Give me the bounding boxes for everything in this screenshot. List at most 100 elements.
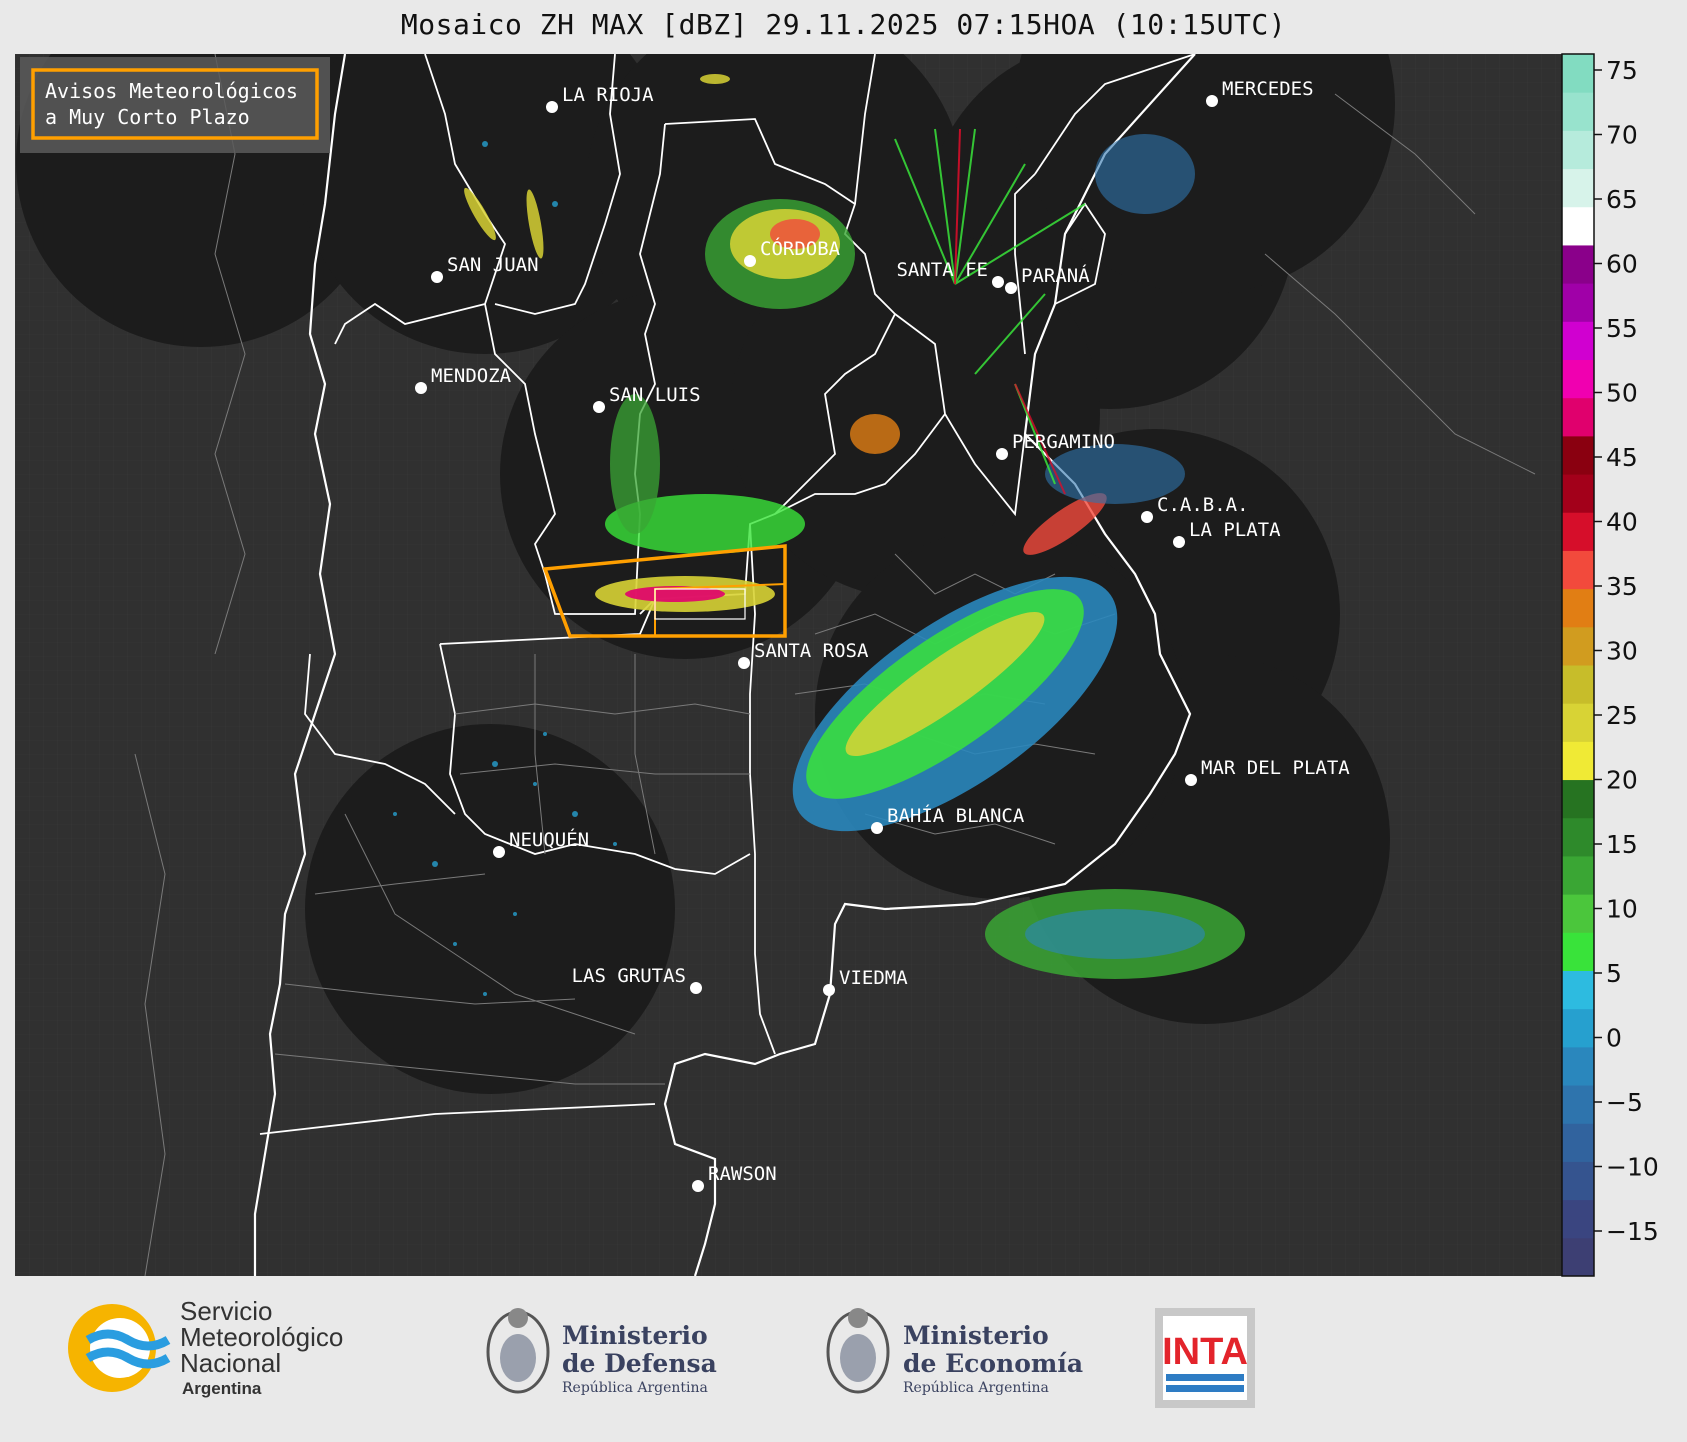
colorbar-tick-label: −10 xyxy=(1606,1153,1659,1182)
colorbar-block xyxy=(1562,1199,1594,1239)
smn-line-3: Nacional xyxy=(180,1348,281,1378)
echo-cluster xyxy=(1025,909,1205,959)
city-dot xyxy=(1185,774,1197,786)
city-label: RAWSON xyxy=(708,1163,777,1185)
colorbar-block xyxy=(1562,741,1594,781)
colorbar-block xyxy=(1562,512,1594,551)
warning-legend: Avisos Meteorológicos a Muy Corto Plazo xyxy=(20,57,330,153)
colorbar-tick-label: 20 xyxy=(1606,766,1638,795)
city-label: SANTA FE xyxy=(896,259,988,281)
smn-line-4: Argentina xyxy=(182,1379,262,1398)
colorbar-block xyxy=(1562,588,1594,628)
colorbar-tick-label: 45 xyxy=(1606,443,1638,472)
economia-logo: Ministerio de Economía República Argenti… xyxy=(826,1308,1083,1396)
colorbar-tick-label: 70 xyxy=(1606,121,1638,150)
colorbar-block xyxy=(1562,54,1594,93)
colorbar-block xyxy=(1562,92,1594,131)
colorbar-block xyxy=(1562,779,1594,819)
colorbar-block xyxy=(1562,550,1594,590)
echo-cluster xyxy=(1095,134,1195,214)
colorbar-block xyxy=(1562,206,1594,246)
colorbar-tick-label: 55 xyxy=(1606,314,1638,343)
legend-line-1: Avisos Meteorológicos xyxy=(45,79,298,103)
city-label: SAN LUIS xyxy=(609,384,701,406)
logo-footer: Servicio Meteorológico Nacional Argentin… xyxy=(0,1280,1687,1438)
city-dot xyxy=(744,255,756,267)
smn-logo: Servicio Meteorológico Nacional Argentin… xyxy=(68,1296,343,1398)
colorbar-tick-label: 30 xyxy=(1606,637,1638,666)
city-dot xyxy=(992,276,1004,288)
economia-line-2: de Economía xyxy=(903,1349,1083,1378)
colorbar-tick-label: 15 xyxy=(1606,830,1638,859)
city-label: PARANÁ xyxy=(1021,264,1090,287)
city-label: LAS GRUTAS xyxy=(572,965,686,987)
inta-wordmark: INTA xyxy=(1162,1331,1248,1373)
city-dot xyxy=(1206,95,1218,107)
colorbar-block xyxy=(1562,817,1594,857)
colorbar-tick-label: 65 xyxy=(1606,185,1638,214)
colorbar-block xyxy=(1562,397,1594,437)
city-label: MAR DEL PLATA xyxy=(1201,757,1350,779)
colorbar-tick-label: 75 xyxy=(1606,56,1638,85)
colorbar-block xyxy=(1562,435,1594,475)
inta-logo: INTA xyxy=(1155,1308,1255,1408)
radar-map-canvas: LA RIOJA MERCEDES CÓRDOBA SAN JUAN SANTA FE P… xyxy=(15,0,1562,1277)
colorbar-block xyxy=(1562,359,1594,399)
colorbar-tick-label: 5 xyxy=(1606,959,1622,988)
city-dot xyxy=(996,448,1008,460)
colorbar-block xyxy=(1562,283,1594,322)
colorbar-block xyxy=(1562,1237,1594,1277)
colorbar-tick-label: 0 xyxy=(1606,1024,1622,1053)
colorbar: 75 70 65 60 55 50 45 40 35 30 25 20 15 10 5 0 −5 −10 −15 xyxy=(1561,53,1659,1277)
city-label: SAN JUAN xyxy=(447,254,539,276)
city-label: MENDOZA xyxy=(431,365,512,387)
colorbar-block xyxy=(1562,474,1594,513)
colorbar-block xyxy=(1562,168,1594,208)
colorbar-block xyxy=(1562,321,1594,360)
map-title: Mosaico ZH MAX [dBZ] 29.11.2025 07:15HOA… xyxy=(400,8,1287,41)
colorbar-tick-label: 40 xyxy=(1606,508,1638,537)
colorbar-blocks xyxy=(1562,54,1594,1277)
colorbar-ticks: 757065605550454035302520151050−5−10−15 xyxy=(1594,56,1659,1246)
colorbar-block xyxy=(1562,665,1594,704)
legend-line-2: a Muy Corto Plazo xyxy=(45,105,250,129)
city-dot xyxy=(593,401,605,413)
colorbar-tick-label: 60 xyxy=(1606,250,1638,279)
defensa-line-2: de Defensa xyxy=(562,1349,717,1378)
city-label: PERGAMINO xyxy=(1012,431,1115,453)
city-dot xyxy=(546,101,558,113)
radar-map[interactable]: LA RIOJA MERCEDES CÓRDOBA SAN JUAN SANTA FE P… xyxy=(15,0,1562,1277)
colorbar-tick-label: 10 xyxy=(1606,895,1638,924)
city-label: MERCEDES xyxy=(1222,78,1314,100)
colorbar-tick-label: 25 xyxy=(1606,701,1638,730)
city-dot xyxy=(871,822,883,834)
echo-cluster xyxy=(850,414,900,454)
city-dot xyxy=(823,984,835,996)
city-label: VIEDMA xyxy=(839,967,908,989)
city-label: C.A.B.A. xyxy=(1157,494,1249,516)
colorbar-block xyxy=(1562,626,1594,666)
city-label: BAHÍA BLANCA xyxy=(887,804,1025,827)
city-label: CÓRDOBA xyxy=(760,236,841,260)
colorbar-block xyxy=(1562,1123,1594,1162)
economia-line-3: República Argentina xyxy=(903,1380,1049,1396)
economia-line-1: Ministerio xyxy=(903,1321,1049,1350)
defensa-line-3: República Argentina xyxy=(562,1380,708,1396)
city-dot xyxy=(692,1180,704,1192)
defensa-line-1: Ministerio xyxy=(562,1321,708,1350)
defensa-logo: Ministerio de Defensa República Argentin… xyxy=(486,1308,717,1396)
colorbar-block xyxy=(1562,130,1594,170)
colorbar-block xyxy=(1562,703,1594,742)
city-dot xyxy=(415,382,427,394)
colorbar-tick-label: −15 xyxy=(1606,1217,1659,1246)
city-dot xyxy=(738,657,750,669)
colorbar-canvas: 757065605550454035302520151050−5−10−15 xyxy=(1561,53,1659,1277)
colorbar-block xyxy=(1562,244,1594,284)
colorbar-block xyxy=(1562,1008,1594,1048)
city-label: LA PLATA xyxy=(1189,519,1281,541)
colorbar-tick-label: 50 xyxy=(1606,379,1638,408)
city-dot xyxy=(1005,282,1017,294)
echo-cluster xyxy=(610,394,660,534)
city-label: LA RIOJA xyxy=(562,84,654,106)
city-dot xyxy=(431,271,443,283)
